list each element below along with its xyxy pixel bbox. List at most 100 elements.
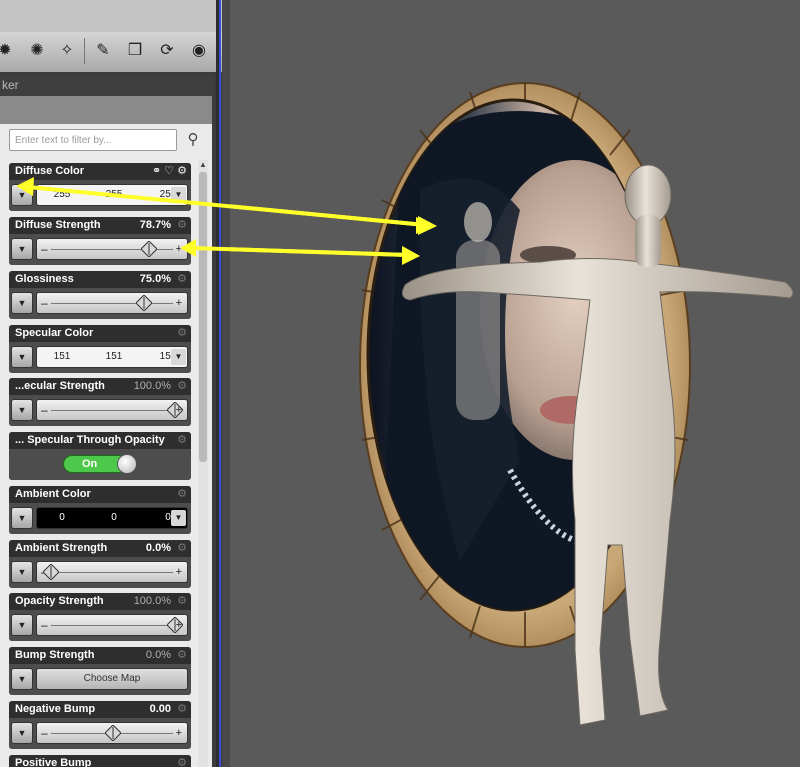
gear-icon[interactable]: ⚙ — [177, 755, 187, 767]
panel-toolbar — [0, 96, 212, 124]
property-body: ▼–+ — [9, 395, 191, 426]
filter-input[interactable]: Enter text to filter by... — [9, 129, 177, 151]
property-title: Ambient Color — [15, 488, 91, 500]
property-title: ...ecular Strength — [15, 380, 105, 392]
color-channel-value[interactable]: 0 — [47, 508, 77, 528]
slider-groove — [51, 410, 173, 411]
chevron-down-icon[interactable]: ▼ — [171, 510, 186, 526]
property-title: Diffuse Strength — [15, 219, 101, 231]
slider-track[interactable]: –+ — [36, 292, 188, 314]
color-channel-value[interactable]: 0 — [99, 508, 129, 528]
property-header: Bump Strength 0.0% ⚙ — [9, 647, 191, 664]
slider-handle[interactable] — [43, 564, 59, 580]
dropdown-button[interactable]: ▼ — [11, 507, 33, 529]
selection-line — [219, 0, 221, 767]
property-body: ▼–+ — [9, 610, 191, 641]
increment-icon[interactable]: + — [176, 239, 182, 259]
choose-map-button[interactable]: Choose Map — [36, 668, 188, 690]
color-channel-value[interactable]: 255 — [47, 185, 77, 205]
color-field[interactable]: 0 0 0 ▼ — [36, 507, 188, 529]
scroll-up-icon[interactable]: ▲ — [198, 160, 208, 170]
sun-icon[interactable]: ✹ — [0, 40, 16, 62]
slider-track[interactable]: –+ — [36, 722, 188, 744]
toggle-switch[interactable]: On — [63, 454, 137, 474]
increment-icon[interactable]: + — [176, 562, 182, 582]
gear-icon[interactable]: ⚙ — [177, 647, 187, 664]
property-card: Negative Bump 0.00 ⚙ ▼ – + — [9, 701, 191, 749]
slider-groove — [51, 303, 173, 304]
increment-icon[interactable]: + — [176, 615, 182, 635]
gear-icon[interactable]: ⚙ — [177, 217, 187, 234]
property-header: Positive Bump ⚙ — [9, 755, 191, 767]
increment-icon[interactable]: + — [176, 293, 182, 313]
slider-track[interactable]: –+ — [36, 561, 188, 583]
toggle-knob[interactable] — [117, 454, 137, 474]
dropdown-button[interactable]: ▼ — [11, 399, 33, 421]
panel-header: ker — [0, 74, 214, 96]
gear-icon[interactable]: ⚙ — [177, 540, 187, 557]
dropdown-button[interactable]: ▼ — [11, 346, 33, 368]
chevron-down-icon[interactable]: ▼ — [171, 349, 186, 365]
link-heart-gear-icons[interactable]: ⚭ ♡ ⚙ — [152, 163, 187, 180]
gear-icon[interactable]: ⚙ — [177, 432, 187, 449]
increment-icon[interactable]: + — [176, 400, 182, 420]
decrement-icon[interactable]: – — [41, 400, 48, 420]
gear-icon[interactable]: ⚙ — [177, 378, 187, 395]
property-body: ▼ Choose Map — [9, 664, 191, 695]
property-card: Specular Color ⚙ ▼ 151 151 151 ▼ — [9, 325, 191, 373]
property-body: ▼ 151 151 151 ▼ — [9, 342, 191, 373]
render-icon[interactable]: ◉ — [188, 40, 210, 62]
increment-icon[interactable]: + — [176, 723, 182, 743]
color-channel-value[interactable]: 151 — [99, 347, 129, 367]
property-header: Glossiness 75.0% ⚙ — [9, 271, 191, 288]
chevron-down-icon[interactable]: ▼ — [171, 187, 186, 203]
property-title: Positive Bump — [15, 757, 92, 767]
gear-icon[interactable]: ⚙ — [177, 701, 187, 718]
dropdown-button[interactable]: ▼ — [11, 561, 33, 583]
property-header: Negative Bump 0.00 ⚙ — [9, 701, 191, 718]
slider-track[interactable]: –+ — [36, 614, 188, 636]
spot-light-icon[interactable]: ✺ — [26, 40, 48, 62]
property-value: 100.0% — [133, 595, 171, 607]
dropdown-button[interactable]: ▼ — [11, 668, 33, 690]
property-card: ...ecular Strength 100.0% ⚙ ▼ – + — [9, 378, 191, 426]
property-title: Specular Color — [15, 327, 94, 339]
color-field[interactable]: 255 255 255 ▼ — [36, 184, 188, 206]
property-card: Ambient Color ⚙ ▼ 0 0 0 ▼ — [9, 486, 191, 534]
gear-icon[interactable]: ⚙ — [177, 325, 187, 342]
property-card: Ambient Strength0.0%⚙▼–+ — [9, 540, 191, 588]
property-title: ... Specular Through Opacity — [15, 434, 165, 446]
viewport-scene[interactable] — [230, 0, 800, 767]
dropdown-button[interactable]: ▼ — [11, 614, 33, 636]
filter-placeholder: Enter text to filter by... — [15, 135, 112, 146]
cube-icon[interactable]: ❒ — [124, 40, 146, 62]
decrement-icon[interactable]: – — [41, 239, 48, 259]
slider-track[interactable]: –+ — [36, 238, 188, 260]
decrement-icon[interactable]: – — [41, 615, 48, 635]
slider-handle[interactable] — [136, 295, 152, 311]
dropdown-button[interactable]: ▼ — [11, 238, 33, 260]
slider-track[interactable]: –+ — [36, 399, 188, 421]
scrollbar-thumb[interactable] — [199, 172, 207, 462]
property-card: Diffuse Color ⚭ ♡ ⚙ ▼ 255 255 255 ▼ — [9, 163, 191, 211]
slider-groove — [51, 625, 173, 626]
color-channel-value[interactable]: 151 — [47, 347, 77, 367]
color-field[interactable]: 151 151 151 ▼ — [36, 346, 188, 368]
color-channel-value[interactable]: 255 — [99, 185, 129, 205]
decrement-icon[interactable]: – — [41, 723, 48, 743]
gear-icon[interactable]: ⚙ — [177, 271, 187, 288]
dropdown-button[interactable]: ▼ — [11, 184, 33, 206]
property-title: Bump Strength — [15, 649, 95, 661]
search-icon[interactable]: ⚲ — [184, 131, 202, 149]
camera-icon[interactable]: ✎ — [92, 40, 114, 62]
slider-handle[interactable] — [105, 725, 121, 741]
decrement-icon[interactable]: – — [41, 293, 48, 313]
dropdown-button[interactable]: ▼ — [11, 292, 33, 314]
gear-icon[interactable]: ⚙ — [177, 486, 187, 503]
dropdown-button[interactable]: ▼ — [11, 722, 33, 744]
point-light-icon[interactable]: ✧ — [56, 40, 78, 62]
property-value: 0.0% — [145, 542, 171, 554]
gear-icon[interactable]: ⚙ — [177, 593, 187, 610]
rotate-icon[interactable]: ⟳ — [156, 40, 178, 62]
slider-handle[interactable] — [141, 241, 157, 257]
